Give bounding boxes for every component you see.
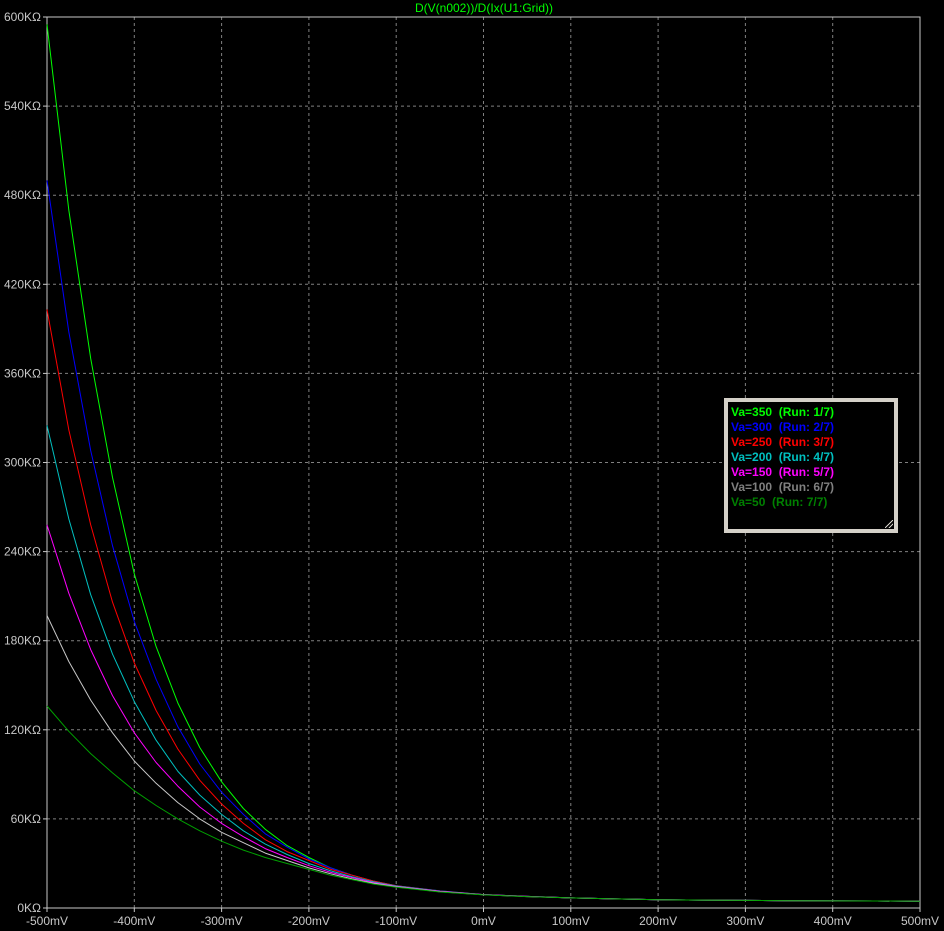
legend-entry[interactable]: Va=350 (Run: 1/7) (728, 405, 894, 420)
x-tick-label: 200mV (639, 914, 677, 928)
legend-entry[interactable]: Va=50 (Run: 7/7) (728, 495, 894, 510)
x-tick-label: -500mV (26, 914, 68, 928)
x-tick-label: -300mV (201, 914, 243, 928)
legend-entry[interactable]: Va=300 (Run: 2/7) (728, 420, 894, 435)
legend-entry[interactable]: Va=200 (Run: 4/7) (728, 450, 894, 465)
y-tick-label: 180KΩ (4, 634, 41, 648)
y-tick-label: 300KΩ (4, 456, 41, 470)
y-tick-label: 240KΩ (4, 545, 41, 559)
x-tick-label: -400mV (113, 914, 155, 928)
chart-title[interactable]: D(V(n002))/D(Ix(U1:Grid)) (415, 1, 553, 15)
legend-entry[interactable]: Va=250 (Run: 3/7) (728, 435, 894, 450)
y-tick-label: 480KΩ (4, 188, 41, 202)
x-tick-label: 0mV (471, 914, 496, 928)
legend-entry[interactable]: Va=150 (Run: 5/7) (728, 465, 894, 480)
x-tick-label: -100mV (375, 914, 417, 928)
x-tick-label: 300mV (726, 914, 764, 928)
y-tick-label: 360KΩ (4, 366, 41, 380)
legend-entry[interactable]: Va=100 (Run: 6/7) (728, 480, 894, 495)
y-tick-label: 120KΩ (4, 723, 41, 737)
y-axis-ticks: 0KΩ 60KΩ 120KΩ 180KΩ 240KΩ 300KΩ 360KΩ 420KΩ 480… (4, 10, 47, 915)
legend-box[interactable]: Va=350 (Run: 1/7) Va=300 (Run: 2/7) Va=250… (724, 398, 898, 533)
x-axis-ticks: -500mV -400mV -300mV -200mV -100mV 0mV 100mV 20… (26, 908, 939, 928)
y-tick-label: 60KΩ (11, 812, 41, 826)
y-tick-label: 420KΩ (4, 277, 41, 291)
x-tick-label: -200mV (288, 914, 330, 928)
x-tick-label: 100mV (552, 914, 590, 928)
x-tick-label: 500mV (901, 914, 939, 928)
y-tick-label: 540KΩ (4, 99, 41, 113)
legend-rows: Va=350 (Run: 1/7) Va=300 (Run: 2/7) Va=250… (728, 405, 894, 510)
resize-grip-icon[interactable] (885, 520, 893, 528)
x-tick-label: 400mV (814, 914, 852, 928)
y-tick-label: 0KΩ (17, 901, 41, 915)
y-tick-label: 600KΩ (4, 10, 41, 24)
